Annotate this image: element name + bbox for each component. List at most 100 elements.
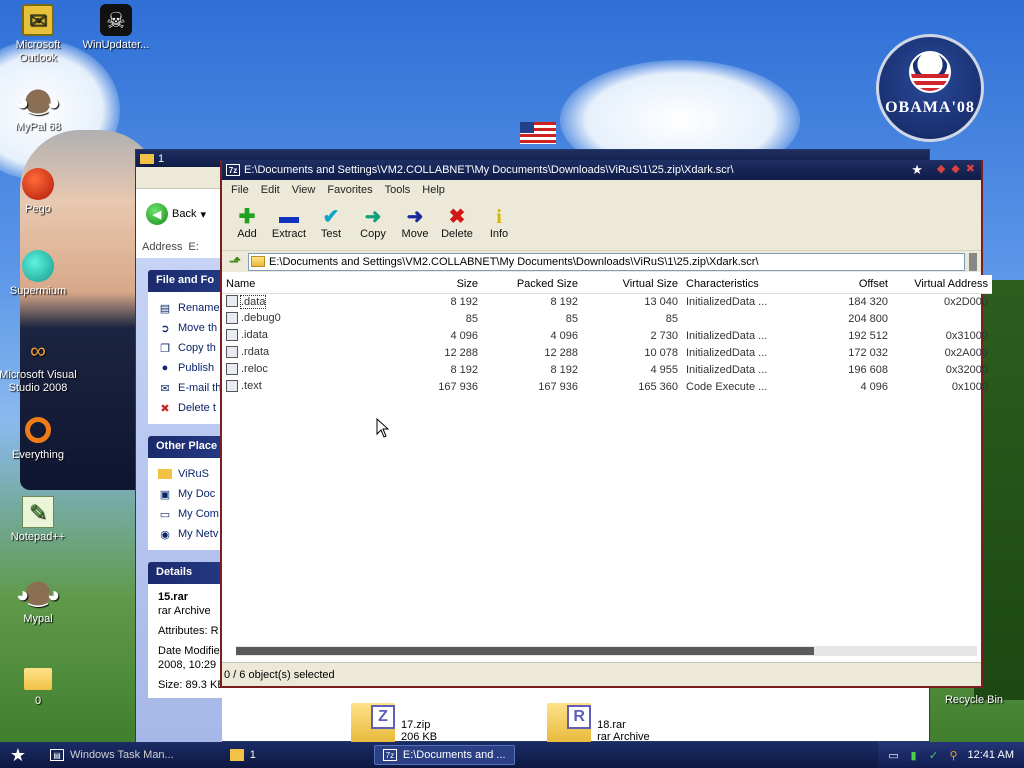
address-field[interactable]: E:\Documents and Settings\VM2.COLLABNET\… <box>248 252 965 271</box>
table-row[interactable]: .idata 4 096 4 096 2 730 InitializedData… <box>222 327 992 344</box>
section-file-icon <box>226 294 238 307</box>
file-item-18rar[interactable]: R 18.rar rar Archive <box>547 703 650 743</box>
skull-icon: ☠ <box>100 4 132 36</box>
sevenzip-title: E:\Documents and Settings\VM2.COLLABNET\… <box>244 164 734 176</box>
row-packed-size: 8 192 <box>550 295 578 308</box>
menu-edit[interactable]: Edit <box>256 184 285 196</box>
file-item-17zip[interactable]: Z 17.zip 206 KB <box>351 703 437 743</box>
table-row[interactable]: .text 167 936 167 936 165 360 Code Execu… <box>222 378 992 395</box>
column-header-size[interactable]: Size <box>372 275 482 294</box>
raccoon-icon: ◕‿◕ <box>16 578 60 610</box>
column-header-row: Name Size Packed Size Virtual Size Chara… <box>222 275 992 294</box>
up-folder-button[interactable]: ⬏ <box>226 253 244 271</box>
menu-favorites[interactable]: Favorites <box>322 184 377 196</box>
desktop-icon-label: Pego <box>25 203 51 215</box>
desktop-icon-supermium[interactable]: Supermium <box>0 250 78 298</box>
desktop-icon-winupdater[interactable]: ☠ WinUpdater... <box>76 4 156 52</box>
desktop-icon-notepadpp[interactable]: ✎ Notepad++ <box>0 496 78 544</box>
row-size: 8 192 <box>450 295 478 308</box>
row-characteristics: InitializedData ... <box>686 363 768 376</box>
chevron-down-icon[interactable]: ▾ <box>200 208 206 221</box>
menu-tools[interactable]: Tools <box>380 184 416 196</box>
explorer-address-bar: Address E: <box>136 236 222 258</box>
explorer-title: 1 <box>158 152 165 165</box>
row-characteristics: Code Execute ... <box>686 380 768 393</box>
start-button[interactable]: ★ <box>0 745 36 766</box>
desktop-icon-label: MyPal 68 <box>15 121 61 133</box>
column-header-packed-size[interactable]: Packed Size <box>482 275 582 294</box>
sevenzip-window: 7z E:\Documents and Settings\VM2.COLLABN… <box>220 160 992 688</box>
desktop-icon-mypal[interactable]: ◕‿◕ Mypal <box>0 578 78 626</box>
column-header-offset[interactable]: Offset <box>812 275 892 294</box>
extract-icon: ▬ <box>279 206 299 228</box>
sevenzip-toolbar: ✚ Add ▬ Extract ✔ Test ➜ Copy ➜ Move ✖ Delete … <box>222 200 981 250</box>
sevenzip-logo-icon: 7z <box>226 164 240 176</box>
delete-button[interactable]: ✖ Delete <box>436 206 478 240</box>
desktop-icon-everything[interactable]: Everything <box>0 414 78 462</box>
obama-logo-icon <box>909 51 951 93</box>
test-button[interactable]: ✔ Test <box>310 206 352 240</box>
info-icon: i <box>496 206 502 228</box>
info-button[interactable]: i Info <box>478 206 520 240</box>
desktop-icon-folder-0[interactable]: 0 <box>0 660 78 708</box>
test-icon: ✔ <box>322 206 340 228</box>
scrollbar-thumb[interactable] <box>236 647 814 655</box>
close-button[interactable]: ✖ <box>966 162 975 178</box>
back-button[interactable]: Back <box>172 208 196 220</box>
table-row[interactable]: .debug0 85 85 85 204 800 <box>222 310 992 327</box>
row-name: .rdata <box>241 346 270 359</box>
taskbar-button-sevenzip[interactable]: 7z E:\Documents and ... <box>373 745 515 765</box>
delete-icon: ✖ <box>448 206 466 228</box>
desktop-icon-label: Recycle Bin <box>944 694 1004 706</box>
menu-view[interactable]: View <box>287 184 321 196</box>
email-icon: ✉ <box>160 382 170 395</box>
row-virtual-address: 0x31000 <box>945 329 988 342</box>
minimize-button[interactable]: ◆ <box>937 162 945 178</box>
file-list: Name Size Packed Size Virtual Size Chara… <box>222 275 992 650</box>
move-icon: ➲ <box>160 322 170 335</box>
table-row[interactable]: .data 8 192 8 192 13 040 InitializedData… <box>222 293 992 310</box>
menu-help[interactable]: Help <box>417 184 450 196</box>
folder-icon <box>251 256 265 267</box>
column-header-virtual-address[interactable]: Virtual Address <box>892 275 992 294</box>
folder-icon <box>229 749 244 761</box>
battery-icon[interactable]: ▮ <box>908 749 920 762</box>
keyboard-icon[interactable]: ▭ <box>888 749 900 762</box>
column-header-characteristics[interactable]: Characteristics <box>682 275 812 294</box>
table-row[interactable]: .rdata 12 288 12 288 10 078 InitializedD… <box>222 344 992 361</box>
address-dropdown-button[interactable] <box>969 252 977 271</box>
address-value[interactable]: E: <box>188 241 198 253</box>
column-header-name[interactable]: Name <box>222 275 372 294</box>
back-arrow-icon[interactable]: ◀ <box>146 203 168 225</box>
row-name: .reloc <box>241 363 268 376</box>
obama-badge: OBAMA'08 <box>876 34 984 142</box>
table-row[interactable]: .reloc 8 192 8 192 4 955 InitializedData… <box>222 361 992 378</box>
clock[interactable]: 12:41 AM <box>968 749 1014 761</box>
desktop-icon-outlook[interactable]: ✉ Microsoft Outlook <box>0 4 78 65</box>
maximize-button[interactable]: ◆ <box>951 162 959 178</box>
network-icon[interactable]: ✓ <box>928 749 940 762</box>
row-name: .idata <box>241 329 268 342</box>
desktop-icon-mypal68[interactable]: ◕‿◕ MyPal 68 <box>0 86 78 134</box>
menu-file[interactable]: File <box>226 184 254 196</box>
row-offset: 172 032 <box>848 346 888 359</box>
sevenzip-menubar: File Edit View Favorites Tools Help <box>222 180 981 200</box>
horizontal-scrollbar[interactable] <box>236 646 977 656</box>
obama-badge-text: OBAMA'08 <box>885 99 975 116</box>
taskbar-button-explorer[interactable]: 1 <box>222 745 264 765</box>
add-button[interactable]: ✚ Add <box>226 206 268 240</box>
move-button[interactable]: ➜ Move <box>394 206 436 240</box>
desktop-icon-visual-studio[interactable]: ∞ Microsoft Visual Studio 2008 <box>0 334 78 395</box>
column-header-virtual-size[interactable]: Virtual Size <box>582 275 682 294</box>
row-packed-size: 8 192 <box>550 363 578 376</box>
desktop-icon-recycle-bin[interactable]: Recycle Bin <box>934 694 1014 707</box>
desktop-icon-label: Notepad++ <box>10 531 66 543</box>
desktop-icon-pego[interactable]: Pego <box>0 168 78 216</box>
taskbar-button-task-manager[interactable]: ▤ Windows Task Man... <box>42 745 182 765</box>
extract-button[interactable]: ▬ Extract <box>268 206 310 240</box>
copy-button[interactable]: ➜ Copy <box>352 206 394 240</box>
row-virtual-size: 10 078 <box>644 346 678 359</box>
sevenzip-logo-icon: 7z <box>382 749 397 761</box>
sevenzip-titlebar[interactable]: 7z E:\Documents and Settings\VM2.COLLABN… <box>222 160 981 180</box>
search-icon[interactable]: ⚲ <box>948 749 960 762</box>
